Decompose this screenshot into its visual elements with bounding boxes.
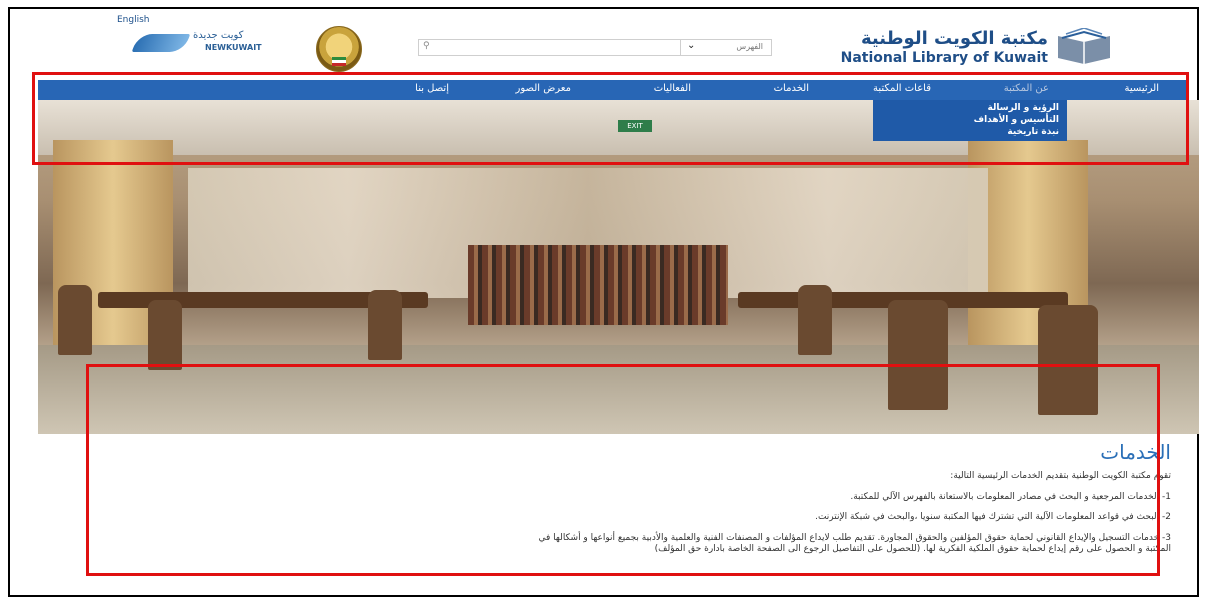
exit-sign: EXIT xyxy=(618,120,652,132)
hero-chair xyxy=(368,290,402,360)
page-title: الخدمات xyxy=(1100,440,1171,464)
nav-about[interactable]: عن المكتبة xyxy=(1004,83,1049,94)
search-icon[interactable]: ⚲ xyxy=(423,41,430,51)
flag-icon xyxy=(332,57,346,66)
wave-icon xyxy=(131,34,191,52)
language-link[interactable]: English xyxy=(117,15,150,25)
hero-bookshelves xyxy=(468,245,728,325)
nav-contact[interactable]: إتصل بنا xyxy=(415,83,449,94)
about-dropdown-menu: الرؤية و الرسالة التأسيس و الأهداف نبذة … xyxy=(873,100,1067,141)
hero-chair xyxy=(1038,305,1098,415)
open-book-icon xyxy=(1058,28,1110,64)
catalog-select[interactable]: ⌄ الفهرس xyxy=(680,40,771,55)
hero-chair xyxy=(798,285,832,355)
hero-chair xyxy=(148,300,182,370)
dropdown-history[interactable]: نبذة تاريخية xyxy=(1007,127,1059,137)
main-nav: الرئيسية عن المكتبة قاعات المكتبة الخدما… xyxy=(38,80,1189,100)
hero-image: EXIT xyxy=(38,100,1199,434)
library-logo[interactable]: مكتبة الكويت الوطنية National Library of… xyxy=(836,26,1126,74)
hero-chair xyxy=(58,285,92,355)
dropdown-vision[interactable]: الرؤية و الرسالة xyxy=(988,103,1060,113)
nav-halls[interactable]: قاعات المكتبة xyxy=(873,83,931,94)
nav-services[interactable]: الخدمات xyxy=(774,83,809,94)
library-name-english: National Library of Kuwait xyxy=(840,50,1048,66)
services-content: الخدمات تقوم مكتبة الكويت الوطنية بتقديم… xyxy=(40,434,1197,584)
dropdown-founding[interactable]: التأسيس و الأهداف xyxy=(974,115,1059,125)
service-item: المكتبة و الحصول على رقم إيداع لحماية حق… xyxy=(654,544,1171,554)
newkuwait-english: NEWKUWAIT xyxy=(205,43,262,52)
service-item: 1- الخدمات المرجعية و البحث في مصادر الم… xyxy=(850,492,1171,502)
service-item: 2- البحث في قواعد المعلومات الآلية التي … xyxy=(815,512,1171,522)
nav-home[interactable]: الرئيسية xyxy=(1125,83,1159,94)
chevron-down-icon[interactable]: ⌄ xyxy=(687,40,695,51)
newkuwait-logo[interactable]: كويت جديدة NEWKUWAIT xyxy=(131,30,275,56)
kuwait-emblem-icon xyxy=(316,26,362,72)
catalog-select-value: الفهرس xyxy=(736,42,763,51)
hero-chair xyxy=(888,300,948,410)
library-name-arabic: مكتبة الكويت الوطنية xyxy=(860,28,1048,49)
hero-floor xyxy=(38,345,1199,434)
search-bar[interactable]: ⚲ ⌄ الفهرس xyxy=(418,39,772,56)
nav-gallery[interactable]: معرض الصور xyxy=(516,83,571,94)
newkuwait-arabic: كويت جديدة xyxy=(193,30,244,41)
nav-events[interactable]: الفعاليات xyxy=(654,83,691,94)
service-item: 3- خدمات التسجيل والإيداع القانوني لحماي… xyxy=(538,533,1171,543)
services-intro: تقوم مكتبة الكويت الوطنية بتقديم الخدمات… xyxy=(950,471,1171,481)
